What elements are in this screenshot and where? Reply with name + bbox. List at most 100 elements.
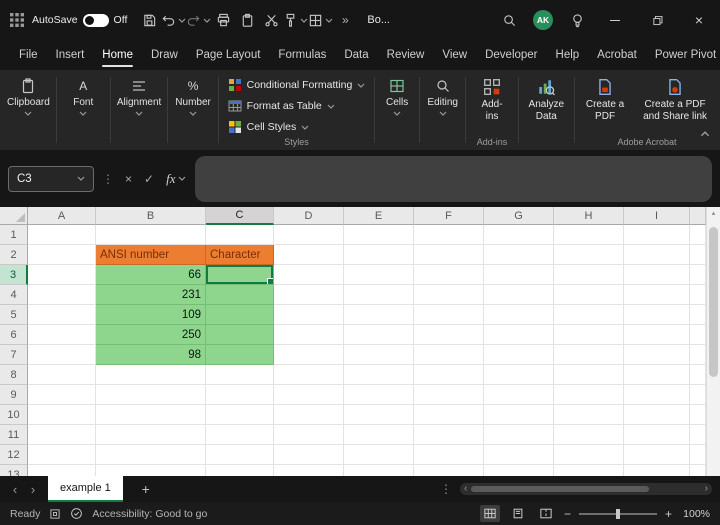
app-launcher-icon[interactable] (10, 13, 24, 27)
cell-H6[interactable] (554, 325, 624, 345)
paste-button[interactable] (235, 6, 259, 34)
create-pdf-button[interactable]: Create a PDF (581, 78, 629, 122)
cell-C4[interactable] (206, 285, 274, 305)
column-header-F[interactable]: F (414, 207, 484, 225)
ribbon-group-clipboard[interactable]: Clipboard (2, 70, 55, 150)
cell-C6[interactable] (206, 325, 274, 345)
column-header-G[interactable]: G (484, 207, 554, 225)
row-header-12[interactable]: 12 (0, 445, 28, 465)
cell-H2[interactable] (554, 245, 624, 265)
ribbon-group-editing[interactable]: Editing (421, 70, 465, 150)
menu-item-developer[interactable]: Developer (476, 40, 546, 70)
account-button[interactable]: AK (526, 6, 560, 34)
cell-I7[interactable] (624, 345, 690, 365)
cell-H8[interactable] (554, 365, 624, 385)
column-header-A[interactable]: A (28, 207, 96, 225)
cell-E2[interactable] (344, 245, 414, 265)
cell-B4[interactable]: 231 (96, 285, 206, 305)
cell-A7[interactable] (28, 345, 96, 365)
cell-I6[interactable] (624, 325, 690, 345)
format-painter-button[interactable] (283, 6, 308, 34)
row-header-11[interactable]: 11 (0, 425, 28, 445)
cell-E5[interactable] (344, 305, 414, 325)
cell-D10[interactable] (274, 405, 344, 425)
cell-E4[interactable] (344, 285, 414, 305)
cell-partial-4[interactable] (690, 285, 706, 305)
restore-button[interactable] (636, 0, 678, 40)
menu-item-page-layout[interactable]: Page Layout (187, 40, 270, 70)
ribbon-group-alignment[interactable]: Alignment (112, 70, 167, 150)
cell-G4[interactable] (484, 285, 554, 305)
cell-A6[interactable] (28, 325, 96, 345)
cell-partial-6[interactable] (690, 325, 706, 345)
cell-E9[interactable] (344, 385, 414, 405)
row-header-5[interactable]: 5 (0, 305, 28, 325)
cell-F9[interactable] (414, 385, 484, 405)
cell-F7[interactable] (414, 345, 484, 365)
row-header-2[interactable]: 2 (0, 245, 28, 265)
analyze-data-button[interactable]: Analyze Data (525, 78, 569, 122)
cell-B11[interactable] (96, 425, 206, 445)
minimize-button[interactable] (594, 0, 636, 40)
cell-D12[interactable] (274, 445, 344, 465)
cell-H5[interactable] (554, 305, 624, 325)
cell-B10[interactable] (96, 405, 206, 425)
row-header-13[interactable]: 13 (0, 465, 28, 476)
cell-C12[interactable] (206, 445, 274, 465)
cell-B3[interactable]: 66 (96, 265, 206, 285)
cell-H10[interactable] (554, 405, 624, 425)
row-header-8[interactable]: 8 (0, 365, 28, 385)
cell-I13[interactable] (624, 465, 690, 476)
cell-I2[interactable] (624, 245, 690, 265)
cell-E12[interactable] (344, 445, 414, 465)
horizontal-scrollbar-thumb[interactable] (471, 486, 649, 492)
cell-partial-10[interactable] (690, 405, 706, 425)
collapse-ribbon-button[interactable] (700, 124, 710, 142)
cell-A10[interactable] (28, 405, 96, 425)
accessibility-icon[interactable] (70, 507, 83, 520)
cell-D13[interactable] (274, 465, 344, 476)
cell-E13[interactable] (344, 465, 414, 476)
cell-G11[interactable] (484, 425, 554, 445)
cell-D2[interactable] (274, 245, 344, 265)
sheet-tab-example-1[interactable]: example 1 (48, 476, 123, 502)
cell-A13[interactable] (28, 465, 96, 476)
accessibility-status[interactable]: Accessibility: Good to go (92, 508, 207, 520)
cell-E11[interactable] (344, 425, 414, 445)
row-header-3[interactable]: 3 (0, 265, 28, 285)
cell-H13[interactable] (554, 465, 624, 476)
cell-E8[interactable] (344, 365, 414, 385)
scroll-left-icon[interactable]: ‹ (464, 484, 467, 494)
column-header-D[interactable]: D (274, 207, 344, 225)
row-header-1[interactable]: 1 (0, 225, 28, 245)
cell-B12[interactable] (96, 445, 206, 465)
menu-item-file[interactable]: File (10, 40, 47, 70)
cell-F6[interactable] (414, 325, 484, 345)
ribbon-group-cells[interactable]: Cells (376, 70, 418, 150)
cell-F1[interactable] (414, 225, 484, 245)
avatar[interactable]: AK (533, 10, 553, 30)
cell-B9[interactable] (96, 385, 206, 405)
cell-A1[interactable] (28, 225, 96, 245)
cell-G2[interactable] (484, 245, 554, 265)
borders-button[interactable] (308, 6, 333, 34)
cell-B7[interactable]: 98 (96, 345, 206, 365)
cell-partial-12[interactable] (690, 445, 706, 465)
cell-C8[interactable] (206, 365, 274, 385)
formula-bar-handle[interactable]: ⋮ (100, 172, 116, 186)
cell-partial-2[interactable] (690, 245, 706, 265)
cell-I9[interactable] (624, 385, 690, 405)
more-icon[interactable]: ⋮ (440, 482, 452, 496)
column-header-C[interactable]: C (206, 207, 274, 225)
horizontal-scrollbar[interactable]: ‹ › (460, 483, 712, 495)
cell-F5[interactable] (414, 305, 484, 325)
cell-B8[interactable] (96, 365, 206, 385)
menu-item-data[interactable]: Data (335, 40, 377, 70)
cell-I4[interactable] (624, 285, 690, 305)
menu-item-home[interactable]: Home (93, 40, 142, 70)
undo-button[interactable] (161, 6, 186, 34)
cell-C3[interactable] (206, 265, 274, 285)
scroll-right-icon[interactable]: › (705, 484, 708, 494)
column-header-partial[interactable] (690, 207, 706, 225)
print-button[interactable] (211, 6, 235, 34)
